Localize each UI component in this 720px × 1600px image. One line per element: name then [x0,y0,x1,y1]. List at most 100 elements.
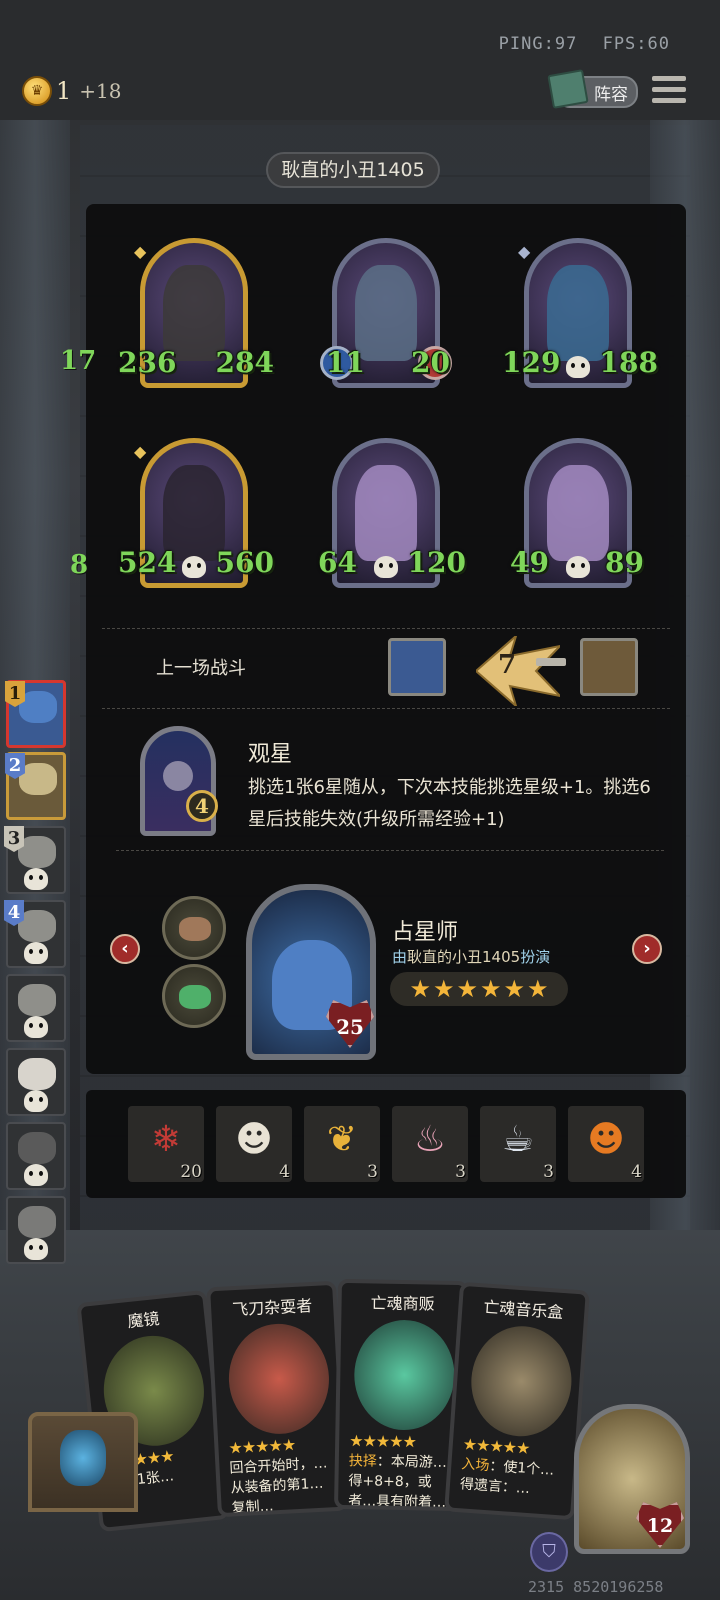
star-icon: ★ [480,975,502,1003]
minion-health: 20 [411,346,450,379]
next-player-button[interactable]: › [632,934,662,964]
star-icon: ★ [527,975,549,1003]
skull-icon [24,1238,48,1260]
damage-arrow-icon [476,636,560,706]
last-battle-self-icon[interactable] [388,638,446,696]
minion-card[interactable]: 64 120 [318,438,466,598]
coin-counter: ♛ 1 +18 [22,76,122,106]
minion-attack: 64 [318,546,357,579]
last-battle-label: 上一场战斗 [156,658,246,679]
item-bird[interactable]: ❦ 3 [304,1106,380,1182]
side-stat-1: 17 [60,346,97,376]
dagger-icon [536,658,566,666]
player-list-item[interactable]: 2 [5,752,66,820]
hero-power-button[interactable] [28,1412,138,1512]
star-icon: ★ [432,975,455,1003]
shield-icon[interactable]: ⛉ [530,1532,568,1572]
skull-icon [24,1016,48,1038]
snowflake-icon: ❄ [150,1119,182,1160]
minion-card[interactable]: 49 89 [510,438,644,598]
card-title: 飞刀杂耍者 [231,1296,313,1320]
card-art [226,1321,332,1437]
star-icon: ★ [456,975,478,1003]
item-count: 4 [279,1162,290,1182]
card-stars: ★★★★★ [349,1431,417,1452]
minion-attack: 129 [502,346,561,379]
card-stars: ★★★★★ [228,1435,296,1458]
player-list-item[interactable] [6,974,66,1042]
player-list-item[interactable]: 1 [5,680,66,748]
player-list-item[interactable] [6,1048,66,1116]
last-battle-opponent-icon[interactable] [580,638,638,696]
hero-star-rating: ★ ★ ★ ★ ★ ★ [390,972,568,1006]
minion-card[interactable]: ◆ 524 560 [118,438,274,598]
item-count: 3 [367,1162,378,1182]
item-clown[interactable]: ☻ 4 [216,1106,292,1182]
coin-icon: ♛ [22,76,52,106]
player-avatar [18,1206,56,1238]
star-icon: ◆ [134,242,147,261]
hero-name: 占星师 [392,920,459,945]
ping-readout: PING:97 [498,34,578,54]
card-text: 抉择：本局游…得+8+8，或者…具有附着… [348,1453,447,1511]
footer-id: 2315 8520196258 [528,1578,664,1596]
minion-health: 120 [407,546,466,579]
minion-card[interactable]: ◆ 236 284 [118,238,274,398]
minion-card[interactable]: 11 20 [320,238,452,398]
last-battle-damage: 7 [498,650,517,680]
equipment-slot[interactable] [162,964,226,1028]
minion-attack: 236 [118,346,177,379]
card-text: 回合开始时，…从装备的第1…复制… [229,1455,328,1517]
item-pumpkin[interactable]: ☻ 4 [568,1106,644,1182]
divider [116,850,664,851]
skull-icon [566,556,590,578]
skull-icon [24,1090,48,1112]
hand-card[interactable]: 亡魂音乐盒 ★★★★★ 入场：使1个…得遗言：… [444,1281,590,1521]
menu-icon[interactable] [652,76,686,106]
skill-level-badge: 4 [186,790,218,822]
minion-health: 560 [215,546,274,579]
minion-attack: 11 [326,346,365,379]
item-count: 3 [455,1162,466,1182]
star-icon: ◆ [518,242,531,261]
fps-readout: FPS:60 [602,34,670,54]
player-list-item[interactable]: 3 [4,826,66,894]
card-art [353,1319,456,1431]
lineup-button[interactable]: 阵容 [547,69,638,109]
minion-attack: 524 [118,546,177,579]
item-teacup[interactable]: ☕ 3 [480,1106,556,1182]
player-avatar [18,1132,56,1164]
divider [102,628,670,629]
item-cupcake[interactable]: ♨ 3 [392,1106,468,1182]
player-list-item[interactable] [6,1196,66,1264]
minion-card[interactable]: ◆ 129 188 [502,238,658,398]
hero-played-by: 由耿直的小丑1405扮演 [392,948,551,966]
side-stat-2: 8 [70,550,89,580]
item-snowflake[interactable]: ❄ 20 [128,1106,204,1182]
coin-value: 1 [56,77,72,105]
prev-player-button[interactable]: ‹ [110,934,140,964]
star-icon: ★ [409,975,431,1003]
equipment-slot[interactable] [162,896,226,960]
pumpkin-icon: ☻ [587,1119,625,1160]
hand-card[interactable]: 飞刀杂耍者 ★★★★★ 回合开始时，…从装备的第1…复制… [206,1280,348,1518]
item-count: 3 [543,1162,554,1182]
minion-health: 284 [215,346,274,379]
player-avatar [18,984,56,1016]
player-list-item[interactable]: 4 [4,900,66,968]
minion-health: 188 [599,346,658,379]
bird-icon: ❦ [326,1119,358,1160]
opponent-name-tab: 耿直的小丑1405 [266,152,440,188]
player-list-item[interactable] [6,1122,66,1190]
player-avatar [18,1058,56,1090]
book-icon [547,69,589,109]
minion-attack: 49 [510,546,549,579]
clown-icon: ☻ [235,1119,273,1160]
divider [102,708,670,709]
skull-icon [24,942,48,964]
card-title: 魔镜 [126,1308,161,1332]
skill-description: 挑选1张6星随从，下次本技能挑选星级+1。挑选6星后技能失效(升级所需经验+1) [248,777,651,830]
lineup-label: 阵容 [594,84,628,105]
skull-icon [374,556,398,578]
card-title: 亡魂音乐盒 [482,1297,564,1322]
